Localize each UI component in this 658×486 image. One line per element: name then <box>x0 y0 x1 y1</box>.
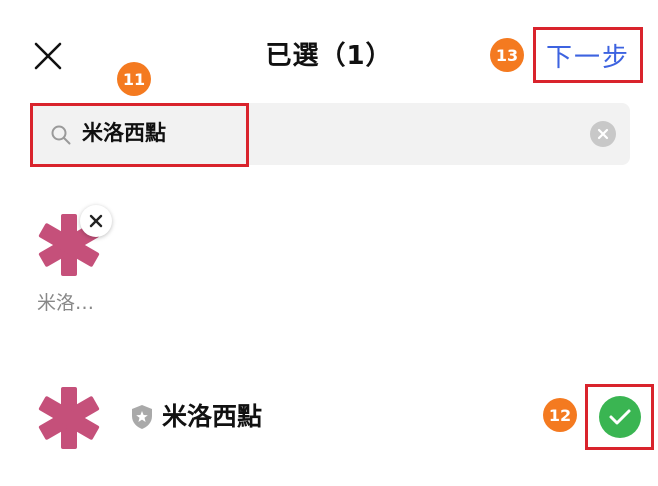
checkbox-highlight-box <box>585 384 654 450</box>
search-icon <box>51 125 71 145</box>
next-step-button[interactable]: 下一步 <box>533 27 643 83</box>
next-step-label: 下一步 <box>545 42 630 73</box>
search-input[interactable]: 米洛西點 <box>82 118 166 148</box>
result-name: 米洛西點 <box>162 402 263 431</box>
annotation-badge-check: 12 <box>543 398 577 432</box>
close-icon <box>89 214 103 228</box>
annotation-badge-search: 11 <box>117 62 151 96</box>
clear-search-button[interactable] <box>590 121 616 147</box>
shield-star-icon <box>132 405 152 429</box>
clear-icon <box>597 128 609 140</box>
selected-label: 米洛… <box>37 292 95 314</box>
remove-selected-button[interactable] <box>80 205 112 237</box>
result-avatar <box>38 387 100 449</box>
annotation-badge-next: 13 <box>490 38 524 72</box>
